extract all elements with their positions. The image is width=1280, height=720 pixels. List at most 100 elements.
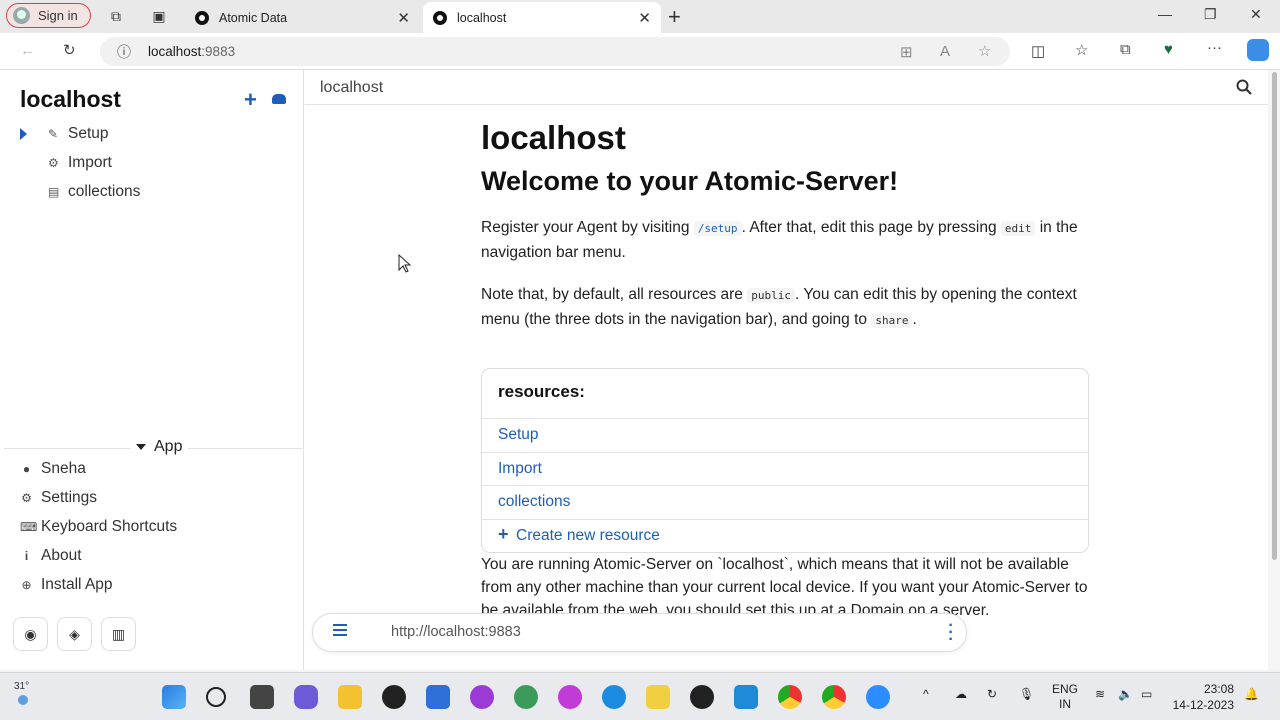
sidebar-link-keyboard-shortcuts[interactable]: ⌨ Keyboard Shortcuts xyxy=(20,518,177,536)
window-close-icon[interactable]: ✕ xyxy=(1250,6,1262,23)
task-view-icon[interactable] xyxy=(250,685,274,709)
floating-navbar: http://localhost:9883 · · · xyxy=(312,613,967,652)
cloud-icon[interactable]: ☁ xyxy=(955,687,967,701)
close-tab-icon[interactable]: ✕ xyxy=(397,9,410,27)
create-new-resource-button[interactable]: + Create new resource xyxy=(482,519,1088,553)
sidebar-item-import[interactable]: ⚙ Import xyxy=(48,154,112,172)
browser-essentials-icon[interactable]: ♥ xyxy=(1164,41,1173,58)
search-icon[interactable] xyxy=(206,687,226,707)
app-icon[interactable] xyxy=(558,685,582,709)
sidebar-link-about[interactable]: i About xyxy=(20,547,82,565)
resource-row-collections[interactable]: collections xyxy=(482,485,1088,519)
new-tab-icon[interactable]: + xyxy=(668,4,681,30)
sign-in-button[interactable]: Sign in xyxy=(6,3,91,28)
sign-in-label: Sign in xyxy=(38,8,78,23)
search-icon[interactable] xyxy=(1236,79,1252,95)
sidebar-item-setup[interactable]: ✎ Setup xyxy=(48,125,109,143)
github-button[interactable]: ◉ xyxy=(13,617,48,651)
docs-button[interactable]: ▥ xyxy=(101,617,136,651)
minimize-icon[interactable]: — xyxy=(1158,6,1172,22)
refresh-icon[interactable]: ↻ xyxy=(63,41,76,59)
tab-actions-icon[interactable]: ▣ xyxy=(151,8,167,24)
hamburger-menu-icon[interactable] xyxy=(333,624,347,636)
sidebar-item-collections[interactable]: ▤ collections xyxy=(48,183,140,201)
resource-body: localhost Welcome to your Atomic-Server!… xyxy=(481,118,1091,333)
back-icon[interactable]: ← xyxy=(20,42,35,59)
language-label: ENG xyxy=(1052,682,1079,696)
wifi-icon[interactable]: ≋ xyxy=(1095,687,1105,701)
resource-row-import[interactable]: Import xyxy=(482,452,1088,486)
add-resource-icon[interactable]: + xyxy=(244,87,257,113)
battery-icon[interactable]: ▭ xyxy=(1141,687,1152,701)
page-scrollbar[interactable] xyxy=(1268,70,1280,670)
start-icon[interactable] xyxy=(162,685,186,709)
resource-link[interactable]: Import xyxy=(498,460,542,478)
user-icon: ● xyxy=(22,462,31,476)
weather-icon xyxy=(18,695,28,705)
setup-link[interactable]: /setup xyxy=(693,221,742,236)
media-player-icon[interactable] xyxy=(690,685,714,709)
tab-localhost[interactable]: localhost ✕ xyxy=(423,2,661,33)
navbar-url-input[interactable]: http://localhost:9883 xyxy=(391,624,521,640)
zoom-icon[interactable] xyxy=(866,685,890,709)
github-icon: ◉ xyxy=(24,625,37,642)
weather-widget[interactable]: 31° xyxy=(14,681,29,705)
windows-taskbar: 31° ^ ☁ ↻ 🎙 ENG IN ≋ 🔈 ▭ 23:08 14-12-202… xyxy=(0,672,1280,720)
sync-icon[interactable]: ↻ xyxy=(987,687,997,701)
notification-bell-icon[interactable]: 🔔 xyxy=(1244,687,1259,701)
profile-icon xyxy=(13,7,30,24)
collections-icon[interactable]: ⧉ xyxy=(1120,41,1131,58)
tab-atomic-data[interactable]: Atomic Data ✕ xyxy=(185,2,420,33)
apps-icon[interactable]: ⊞ xyxy=(900,43,913,61)
teams-icon[interactable] xyxy=(294,685,318,709)
app-section-label: App xyxy=(154,438,183,455)
expand-caret-icon[interactable] xyxy=(20,128,27,140)
microphone-icon[interactable]: 🎙 xyxy=(1019,687,1034,701)
favorite-star-icon[interactable]: ☆ xyxy=(978,42,991,60)
language-indicator[interactable]: ENG IN xyxy=(1052,682,1078,712)
drive-title[interactable]: localhost xyxy=(20,86,121,113)
close-tab-icon[interactable]: ✕ xyxy=(638,9,651,27)
time-label: 23:08 xyxy=(1203,682,1234,696)
temperature-label: 31° xyxy=(14,681,30,692)
breadcrumb[interactable]: localhost xyxy=(320,79,383,97)
welcome-heading: Welcome to your Atomic-Server! xyxy=(481,166,899,196)
notepad-icon[interactable] xyxy=(646,685,670,709)
drive-icon[interactable] xyxy=(272,94,286,104)
app-section-toggle[interactable]: App xyxy=(130,438,189,456)
url-field[interactable]: ⓘ localhost:9883 ⊞ A ☆ xyxy=(100,37,1010,66)
book-icon: ▥ xyxy=(111,625,126,642)
date-label: 14-12-2023 xyxy=(1172,698,1234,712)
resource-row-setup[interactable]: Setup xyxy=(482,418,1088,452)
sidebar-link-settings[interactable]: ⚙ Settings xyxy=(20,489,97,507)
app-icon[interactable] xyxy=(514,685,538,709)
edge-icon[interactable] xyxy=(602,685,626,709)
workspaces-icon[interactable]: ⧉ xyxy=(108,8,124,24)
system-clock[interactable]: 23:08 14-12-2023 xyxy=(1173,681,1234,713)
app-icon[interactable] xyxy=(470,685,494,709)
store-icon[interactable] xyxy=(426,685,450,709)
split-screen-icon[interactable]: ◫ xyxy=(1031,42,1045,60)
info-icon[interactable]: ⓘ xyxy=(117,42,131,62)
resource-link[interactable]: collections xyxy=(498,493,570,511)
favorites-icon[interactable]: ☆ xyxy=(1075,41,1088,59)
chrome-icon[interactable] xyxy=(778,685,802,709)
read-aloud-icon[interactable]: A xyxy=(940,43,950,60)
restore-icon[interactable]: ❐ xyxy=(1204,6,1217,23)
volume-muted-icon[interactable]: 🔈 xyxy=(1118,687,1133,701)
scrollbar-thumb[interactable] xyxy=(1272,72,1277,560)
tray-chevron-icon[interactable]: ^ xyxy=(923,687,929,701)
public-code: public xyxy=(747,288,795,303)
more-icon[interactable]: ··· xyxy=(1207,39,1222,56)
sidebar-link-user[interactable]: ● Sneha xyxy=(20,460,86,478)
file-explorer-icon[interactable] xyxy=(338,685,362,709)
resource-link[interactable]: Setup xyxy=(498,426,539,444)
context-menu-dots-icon[interactable]: · · · xyxy=(948,618,954,648)
copilot-icon[interactable] xyxy=(1247,39,1269,61)
sidebar-link-install-app[interactable]: ⊕ Install App xyxy=(20,576,112,594)
dell-icon[interactable] xyxy=(382,685,406,709)
vscode-icon[interactable] xyxy=(734,685,758,709)
address-bar: ← ↻ ⓘ localhost:9883 ⊞ A ☆ ◫ ☆ ⧉ ♥ ··· xyxy=(0,33,1280,70)
discord-button[interactable]: ◈ xyxy=(57,617,92,651)
chrome-icon[interactable] xyxy=(822,685,846,709)
